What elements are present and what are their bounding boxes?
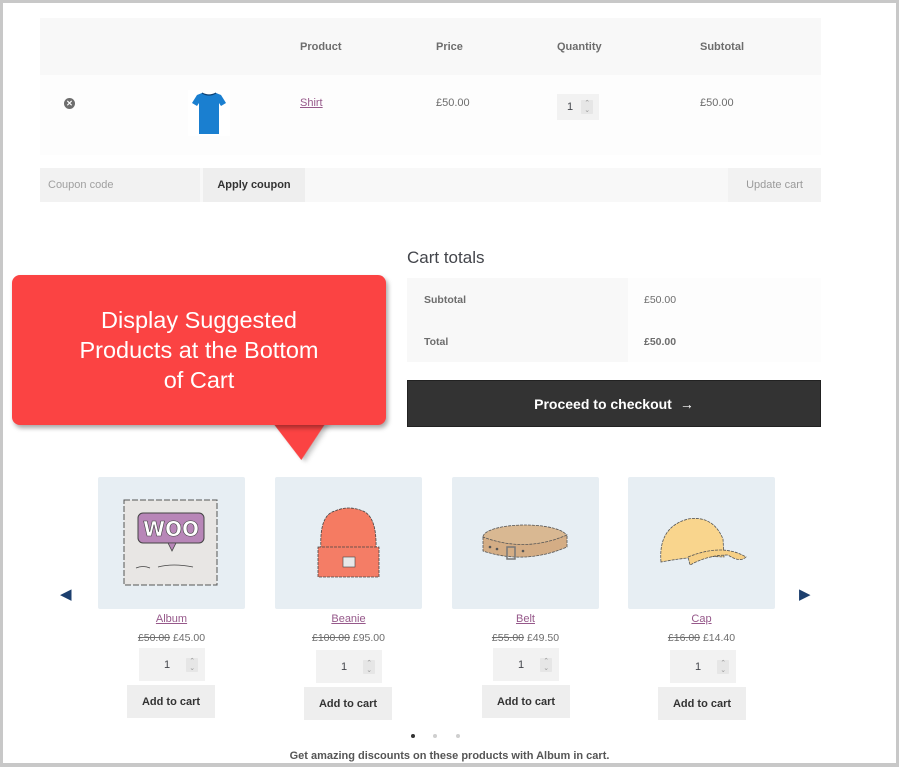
quantity-value: 1 xyxy=(164,658,171,671)
header-product: Product xyxy=(300,41,342,53)
cart-totals-title: Cart totals xyxy=(407,248,485,267)
annotation-callout: Display Suggested Products at the Bottom… xyxy=(12,275,386,425)
add-to-cart-belt[interactable]: Add to cart xyxy=(482,685,570,718)
shirt-thumbnail[interactable] xyxy=(188,90,230,136)
remove-item-icon[interactable]: ✕ xyxy=(64,98,75,109)
subtotal-value: £50.00 xyxy=(644,294,677,306)
carousel-dot-3[interactable] xyxy=(456,734,460,738)
old-price: £100.00 xyxy=(311,632,350,644)
quantity-value: 1 xyxy=(341,660,348,673)
suggestion-note: Get amazing discounts on these products … xyxy=(289,750,610,762)
checkout-label: Proceed to checkout xyxy=(534,395,672,412)
cap-illustration xyxy=(660,518,747,566)
old-price: £16.00 xyxy=(667,632,701,644)
item-quantity-stepper[interactable]: 1 ⌃ ⌄ xyxy=(557,94,599,120)
spinner-icon[interactable]: ⌃ ⌄ xyxy=(717,659,730,674)
quantity-value: 1 xyxy=(567,101,574,113)
add-to-cart-cap[interactable]: Add to cart xyxy=(658,687,746,720)
quantity-stepper-belt[interactable]: 1 ⌃ ⌄ xyxy=(493,648,559,681)
total-label: Total xyxy=(424,336,449,348)
spinner-icon[interactable]: ⌃ ⌄ xyxy=(540,657,553,672)
spinner-icon[interactable]: ⌃ ⌄ xyxy=(581,100,594,114)
product-price-belt: £55.00 £49.50 xyxy=(452,632,599,644)
product-link-cap[interactable]: Cap xyxy=(628,613,775,625)
old-price: £55.00 xyxy=(491,632,525,644)
quantity-stepper-cap[interactable]: 1 ⌃ ⌄ xyxy=(670,650,736,683)
carousel-prev-icon[interactable]: ◀ xyxy=(60,585,72,603)
product-price-cap: £16.00 £14.40 xyxy=(628,632,775,644)
product-link-belt[interactable]: Belt xyxy=(452,613,599,625)
header-price: Price xyxy=(436,41,463,53)
update-cart-button[interactable]: Update cart xyxy=(728,168,821,202)
quantity-value: 1 xyxy=(518,658,525,671)
quantity-value: 1 xyxy=(695,660,702,673)
add-to-cart-beanie[interactable]: Add to cart xyxy=(304,687,392,720)
add-to-cart-album[interactable]: Add to cart xyxy=(127,685,215,718)
beanie-illustration xyxy=(317,507,380,578)
spinner-icon[interactable]: ⌃ ⌄ xyxy=(363,659,376,674)
item-price: £50.00 xyxy=(436,97,470,109)
apply-coupon-button[interactable]: Apply coupon xyxy=(203,168,305,202)
product-image-beanie[interactable] xyxy=(275,477,422,609)
product-image-album[interactable]: WOO xyxy=(98,477,245,609)
callout-line: of Cart xyxy=(163,367,235,393)
header-quantity: Quantity xyxy=(557,41,602,53)
sale-price: £45.00 xyxy=(172,632,206,644)
carousel-dot-1[interactable] xyxy=(411,734,415,738)
item-subtotal: £50.00 xyxy=(700,97,734,109)
belt-illustration xyxy=(482,524,568,560)
subtotal-label: Subtotal xyxy=(424,294,466,306)
album-illustration: WOO xyxy=(123,499,218,586)
old-price: £50.00 xyxy=(137,632,171,644)
quantity-stepper-beanie[interactable]: 1 ⌃ ⌄ xyxy=(316,650,382,683)
product-link-beanie[interactable]: Beanie xyxy=(275,613,422,625)
product-image-belt[interactable] xyxy=(452,477,599,609)
svg-text:WOO: WOO xyxy=(143,517,199,541)
arrow-right-icon: → xyxy=(679,395,694,412)
carousel-dot-2[interactable] xyxy=(433,734,437,738)
total-value: £50.00 xyxy=(644,336,677,348)
coupon-code-input[interactable] xyxy=(40,168,200,202)
callout-line: Display Suggested xyxy=(101,307,297,333)
product-image-cap[interactable] xyxy=(628,477,775,609)
cart-item-row xyxy=(40,75,821,155)
product-link-album[interactable]: Album xyxy=(98,613,245,625)
sale-price: £95.00 xyxy=(352,632,385,644)
proceed-to-checkout-button[interactable]: Proceed to checkout → xyxy=(407,380,821,427)
carousel-next-icon[interactable]: ▶ xyxy=(799,585,811,603)
sale-price: £49.50 xyxy=(526,632,560,644)
callout-line: Products at the Bottom xyxy=(79,337,319,363)
spinner-icon[interactable]: ⌃ ⌄ xyxy=(186,657,199,672)
product-price-album: £50.00 £45.00 xyxy=(98,632,245,644)
header-subtotal: Subtotal xyxy=(700,41,744,53)
sale-price: £14.40 xyxy=(702,632,736,644)
product-link-shirt[interactable]: Shirt xyxy=(300,97,323,109)
quantity-stepper-album[interactable]: 1 ⌃ ⌄ xyxy=(139,648,205,681)
product-price-beanie: £100.00 £95.00 xyxy=(275,632,422,644)
